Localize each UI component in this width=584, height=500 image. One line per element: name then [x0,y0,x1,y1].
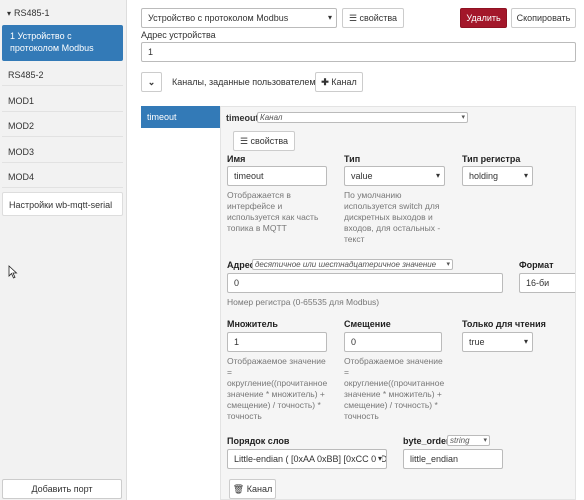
offset-label: Смещение [344,319,391,329]
collapse-channels-button[interactable]: ⌄ [141,72,162,92]
chevron-down-icon: ▾ [375,450,382,468]
format-label: Формат [519,260,554,270]
sidebar-item-device[interactable]: 1 Устройство с протоколом Modbus [2,25,123,61]
channel-header-name: timeout [226,113,259,123]
device-address-label: Адрес устройства [141,30,216,40]
sidebar-item-mod4[interactable]: MOD4 [2,166,123,188]
name-input[interactable]: timeout [227,166,327,186]
readonly-label: Только для чтения [462,319,546,329]
type-value: value [351,171,373,181]
plus-icon: ✚ [321,77,329,87]
channel-type-mini-select[interactable]: Канал ▾ [257,112,468,123]
type-label: Тип [344,154,361,164]
address-input[interactable]: 0 [227,273,503,293]
channel-properties-button[interactable]: ☰ свойства [233,131,295,151]
add-channel-label: Канал [331,77,357,87]
sidebar-item-rs485-2[interactable]: RS485-2 [2,64,123,86]
sidebar-item-mod3[interactable]: MOD3 [2,141,123,163]
channel-properties-label: свойства [250,136,289,146]
byte-order-input[interactable]: little_endian [403,449,503,469]
caret-down-icon: ▾ [7,9,12,18]
byte-order-type-mini-select[interactable]: string ▾ [447,435,490,446]
delete-channel-label: Канал [246,484,273,494]
byte-order-type-value: string [450,436,470,445]
readonly-select[interactable]: true ▾ [462,332,533,352]
scale-label: Множитель [227,319,278,329]
chevron-down-icon: ▾ [461,114,465,121]
trash-icon: 🗑 [232,484,245,494]
device-properties-button[interactable]: ☰ свойства [342,8,404,28]
sidebar-item-settings[interactable]: Настройки wb-mqtt-serial [2,192,123,216]
address-format-mini-select[interactable]: десятичное или шестнадцатеричное значени… [252,259,453,270]
register-type-select[interactable]: holding ▾ [462,166,533,186]
device-type-select[interactable]: Устройство с протоколом Modbus ▾ [141,8,337,28]
offset-input[interactable]: 0 [344,332,442,352]
add-port-button[interactable]: Добавить порт [2,479,122,499]
sidebar-item-mod1[interactable]: MOD1 [2,90,123,112]
device-address-input[interactable]: 1 [141,42,576,62]
name-label: Имя [227,154,246,164]
chevron-down-icon: ▾ [483,437,487,444]
scale-help: Отображаемое значение = округление((проч… [227,356,328,421]
word-order-label: Порядок слов [227,436,290,446]
copy-device-button[interactable]: Скопировать [511,8,576,28]
chevron-down-icon: ▾ [327,13,332,22]
register-type-label: Тип регистра [462,154,521,164]
delete-channel-button[interactable]: 🗑 Канал [229,479,276,499]
chevron-down-icon: ▾ [446,261,450,268]
sidebar: ▾ RS485-1 1 Устройство с протоколом Modbu… [0,0,127,500]
chevron-down-icon: ▾ [435,171,440,180]
offset-help: Отображаемое значение = округление((проч… [344,356,445,421]
register-type-value: holding [469,171,499,181]
chevron-down-icon: ▾ [523,337,528,346]
scale-input[interactable]: 1 [227,332,327,352]
address-label: Адрес [227,260,255,270]
list-icon: ☰ [239,136,249,146]
sidebar-port-header[interactable]: ▾ RS485-1 [2,2,123,24]
device-properties-label: свойства [359,13,398,23]
word-order-select[interactable]: Little-endian ( [0xAA 0xBB] [0xCC 0xD ▾ [227,449,387,469]
channels-label: Каналы, заданные пользователем [172,77,316,87]
list-icon: ☰ [348,13,358,23]
byte-order-label: byte_order [403,436,450,446]
format-select[interactable]: 16-би [519,273,575,293]
sidebar-port-label: RS485-1 [14,8,50,18]
tab-channel-timeout[interactable]: timeout [141,106,220,128]
word-order-value: Little-endian ( [0xAA 0xBB] [0xCC 0xD [234,454,387,464]
channel-type-mini-value: Канал [260,113,283,122]
address-help: Номер регистра (0-65535 для Modbus) [227,297,380,307]
device-type-value: Устройство с протоколом Modbus [148,13,289,23]
sidebar-item-mod2[interactable]: MOD2 [2,115,123,137]
readonly-value: true [469,337,485,347]
chevron-down-icon: ⌄ [147,77,156,87]
add-channel-button[interactable]: ✚ Канал [315,72,363,92]
mouse-cursor-icon [8,265,18,279]
format-value: 16-би [526,278,550,288]
channel-panel: timeout Канал ▾ ☰ свойства Имя timeout О… [220,106,576,500]
delete-device-button[interactable]: Удалить [460,8,507,28]
type-help: По умолчанию используется switch для дис… [344,190,441,244]
address-format-value: десятичное или шестнадцатеричное значени… [255,260,437,269]
type-select[interactable]: value ▾ [344,166,445,186]
name-help: Отображается в интерфейсе и используется… [227,190,319,233]
chevron-down-icon: ▾ [523,171,528,180]
